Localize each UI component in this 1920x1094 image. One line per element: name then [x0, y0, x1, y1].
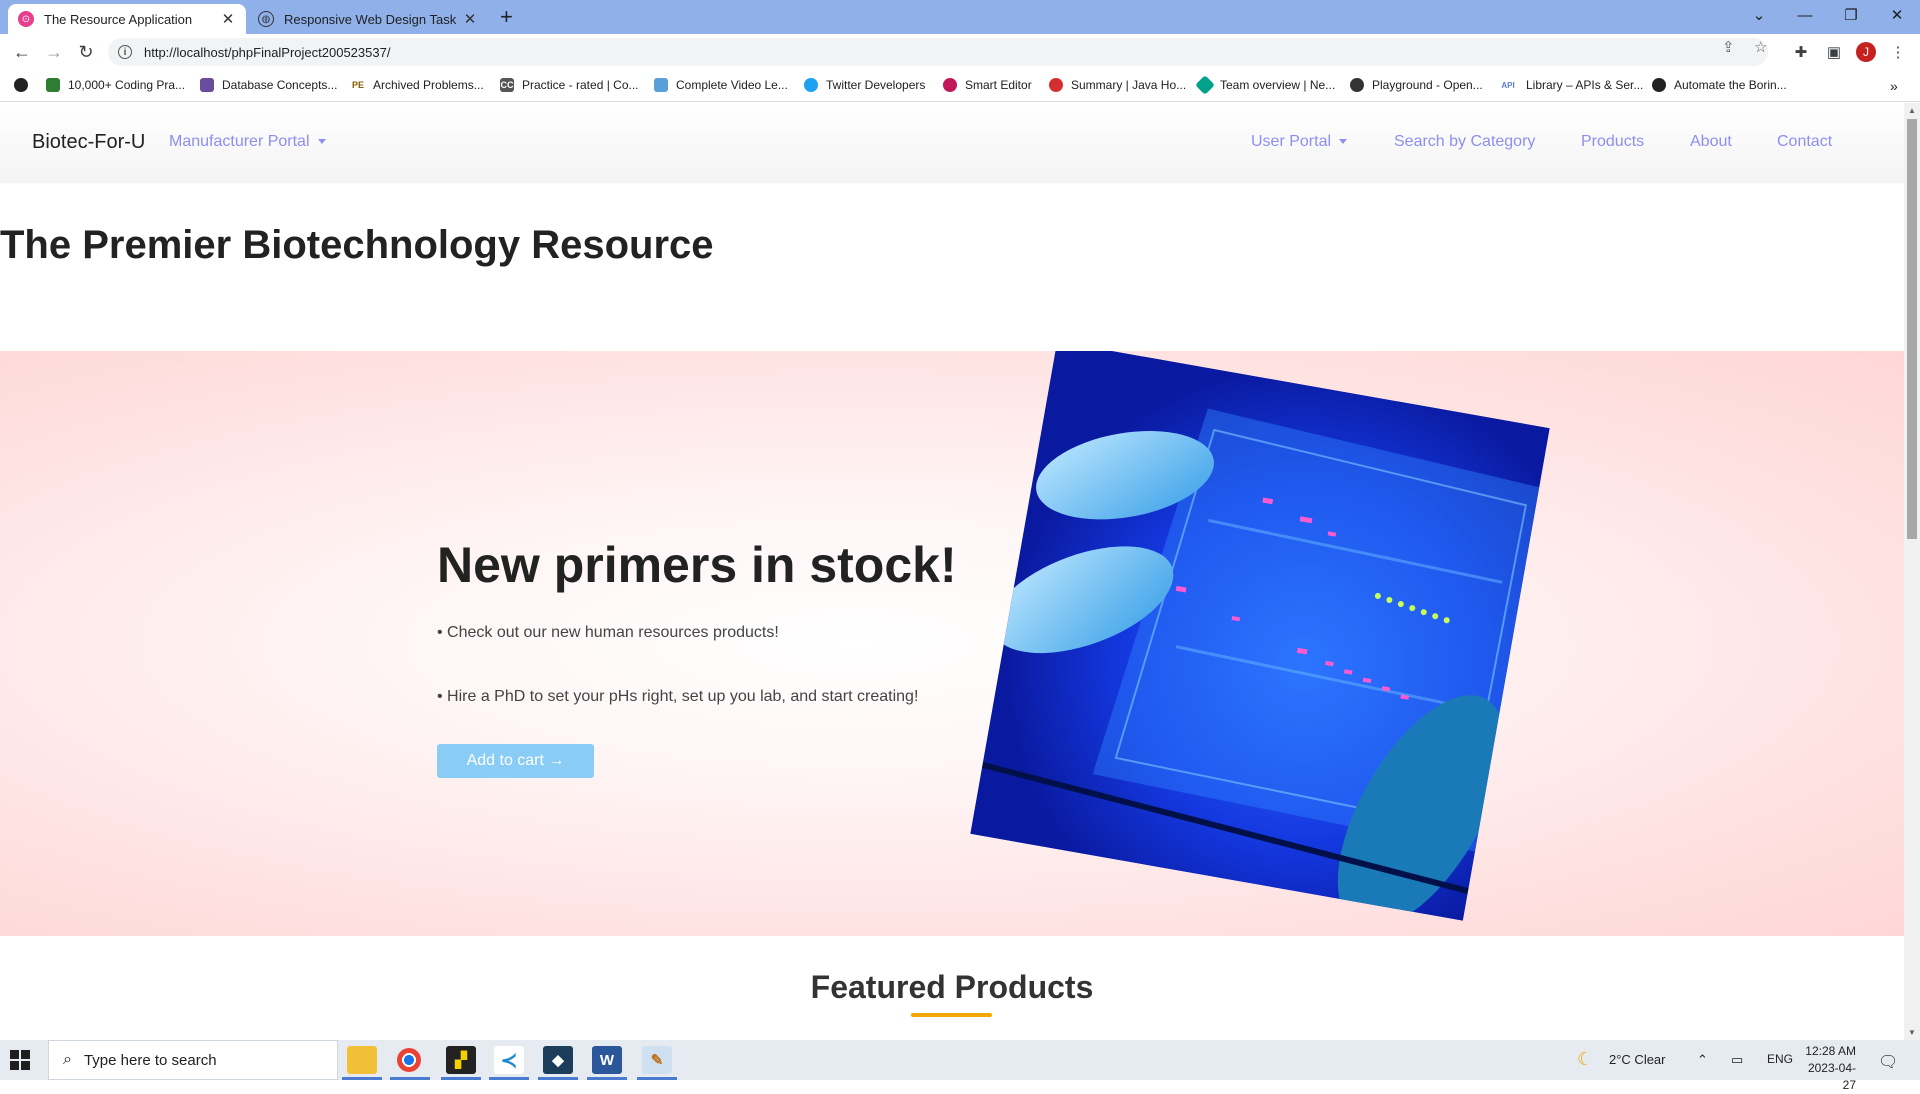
tab-responsive-web-design[interactable]: ◍ Responsive Web Design Task: Ta ✕	[248, 4, 488, 34]
bookmark-favicon-icon: PE	[351, 78, 365, 92]
network-icon[interactable]: ▭	[1731, 1052, 1743, 1068]
minimize-icon[interactable]: —	[1782, 0, 1828, 30]
file-explorer-icon[interactable]	[347, 1046, 377, 1074]
dropdown-caret-icon	[1339, 139, 1348, 145]
scroll-up-icon[interactable]: ▲	[1908, 106, 1916, 115]
bookmark-item[interactable]: Database Concepts...	[200, 78, 337, 92]
dropdown-caret-icon	[317, 139, 326, 145]
nav-user-portal[interactable]: User Portal	[1251, 133, 1348, 151]
app-favicon-icon: ⊙	[18, 11, 34, 27]
share-icon[interactable]: ⇪	[1722, 38, 1735, 56]
reload-icon[interactable]: ↻	[74, 40, 98, 64]
bookmark-favicon-icon: CC	[500, 78, 514, 92]
scroll-down-icon[interactable]: ▼	[1908, 1028, 1916, 1037]
heading-underline	[911, 1013, 992, 1017]
vscode-icon[interactable]: ≺	[494, 1046, 524, 1074]
tab-title: Responsive Web Design Task: Ta	[284, 11, 456, 27]
bookmark-item[interactable]: Automate the Borin...	[1652, 78, 1787, 92]
system-clock[interactable]: 12:28 AM 2023-04-27	[1800, 1043, 1856, 1094]
bookmark-item[interactable]: Playground - Open...	[1350, 78, 1483, 92]
bookmark-favicon-icon	[46, 78, 60, 92]
promo-bullet: • Hire a PhD to set your pHs right, set …	[437, 688, 919, 705]
bookmark-item[interactable]: Summary | Java Ho...	[1049, 78, 1186, 92]
weather-moon-icon[interactable]: ☾	[1577, 1049, 1593, 1070]
nav-about[interactable]: About	[1690, 133, 1732, 151]
sticky-notes-icon[interactable]: ▞	[446, 1046, 476, 1074]
bookmark-item[interactable]: PE Archived Problems...	[351, 78, 484, 92]
bookmark-item[interactable]: 10,000+ Coding Pra...	[46, 78, 185, 92]
search-icon: ⌕	[63, 1051, 72, 1068]
bookmark-item[interactable]: Team overview | Ne...	[1195, 75, 1335, 95]
bookmark-favicon-icon	[943, 78, 957, 92]
site-info-icon[interactable]: i	[118, 45, 132, 59]
bookmark-star-icon[interactable]: ☆	[1754, 38, 1767, 56]
bookmark-favicon-icon	[804, 78, 818, 92]
scrollbar-thumb[interactable]	[1907, 119, 1917, 539]
nav-contact[interactable]: Contact	[1777, 133, 1832, 151]
bookmark-favicon-icon: API	[1498, 78, 1518, 92]
side-panel-icon[interactable]: ▣	[1822, 40, 1846, 64]
bookmark-favicon-icon	[1195, 75, 1215, 95]
tab-title: The Resource Application	[44, 11, 193, 27]
close-tab-icon[interactable]: ✕	[220, 10, 236, 28]
url-text[interactable]: http://localhost/phpFinalProject20052353…	[144, 45, 390, 60]
chevron-up-icon[interactable]: ⌃	[1697, 1052, 1708, 1068]
bookmarks-overflow-icon[interactable]: »	[1890, 78, 1898, 94]
promo-banner: New primers in stock! • Check out our ne…	[0, 351, 1904, 936]
globe-icon: ◍	[258, 11, 274, 27]
bookmark-item[interactable]: Smart Editor	[943, 78, 1032, 92]
paint-icon[interactable]: ✎	[642, 1046, 672, 1074]
gel-electrophoresis-image	[970, 351, 1550, 921]
restore-icon[interactable]: ❐	[1828, 0, 1874, 30]
nav-products[interactable]: Products	[1581, 133, 1644, 151]
profile-avatar[interactable]: J	[1856, 42, 1876, 62]
page-scrollbar[interactable]: ▲ ▼	[1904, 103, 1920, 1040]
browser-toolbar: ← → ↻ i http://localhost/phpFinalProject…	[0, 34, 1920, 70]
tab-resource-application[interactable]: ⊙ The Resource Application ✕	[8, 4, 246, 34]
add-to-cart-button[interactable]: Add to cart →	[437, 744, 594, 778]
word-icon[interactable]: W	[592, 1046, 622, 1074]
bookmarks-bar: 10,000+ Coding Pra... Database Concepts.…	[0, 70, 1920, 102]
new-tab-icon[interactable]: +	[500, 6, 513, 28]
bookmark-favicon-icon	[200, 78, 214, 92]
promo-bullet: • Check out our new human resources prod…	[437, 624, 779, 641]
bookmark-item[interactable]: CC Practice - rated | Co...	[500, 78, 639, 92]
windows-taskbar: ⌕ Type here to search ▞ ≺ ◆ W ✎ ☾ 2°C Cl…	[0, 1040, 1920, 1092]
extensions-icon[interactable]: ✚	[1789, 40, 1813, 64]
chrome-icon[interactable]	[397, 1048, 421, 1072]
forward-icon[interactable]: →	[42, 40, 66, 64]
site-brand[interactable]: Biotec-For-U	[32, 131, 145, 154]
featured-products-heading: Featured Products	[810, 969, 1094, 1005]
bookmark-item[interactable]: API Library – APIs & Ser...	[1498, 78, 1643, 92]
bookmark-favicon-icon	[1350, 78, 1364, 92]
bookmark-item[interactable]: Complete Video Le...	[654, 78, 788, 92]
weather-text[interactable]: 2°C Clear	[1609, 1052, 1666, 1067]
bookmark-item[interactable]: Twitter Developers	[804, 78, 925, 92]
bookmark-favicon-icon	[654, 78, 668, 92]
page-title: The Premier Biotechnology Resource	[0, 223, 714, 267]
language-indicator[interactable]: ENG	[1767, 1052, 1793, 1066]
bookmark-favicon-icon	[1652, 78, 1666, 92]
taskbar-search-box[interactable]: ⌕ Type here to search	[48, 1040, 338, 1080]
back-icon[interactable]: ←	[10, 40, 34, 64]
site-navbar: Biotec-For-U Manufacturer Portal User Po…	[0, 103, 1904, 183]
tab-search-icon[interactable]: ⌄	[1736, 0, 1782, 30]
notifications-icon[interactable]: 🗨	[1878, 1052, 1898, 1072]
windows-start-icon[interactable]	[10, 1050, 30, 1070]
menu-kebab-icon[interactable]: ⋮	[1886, 40, 1910, 64]
mysql-workbench-icon[interactable]: ◆	[543, 1046, 573, 1074]
browser-tab-strip: ⊙ The Resource Application ✕ ◍ Responsiv…	[0, 0, 1920, 34]
nav-manufacturer-portal[interactable]: Manufacturer Portal	[169, 133, 326, 151]
close-tab-icon[interactable]: ✕	[462, 10, 478, 28]
search-placeholder[interactable]: Type here to search	[84, 1052, 217, 1069]
promo-heading: New primers in stock!	[437, 537, 957, 593]
bookmark-favicon-icon	[1049, 78, 1063, 92]
page-viewport: Biotec-For-U Manufacturer Portal User Po…	[0, 103, 1904, 1040]
nav-search-by-category[interactable]: Search by Category	[1394, 133, 1535, 151]
bookmark-github-icon[interactable]	[14, 78, 36, 92]
address-bar[interactable]: i http://localhost/phpFinalProject200523…	[108, 38, 1768, 66]
close-window-icon[interactable]: ✕	[1874, 0, 1920, 30]
